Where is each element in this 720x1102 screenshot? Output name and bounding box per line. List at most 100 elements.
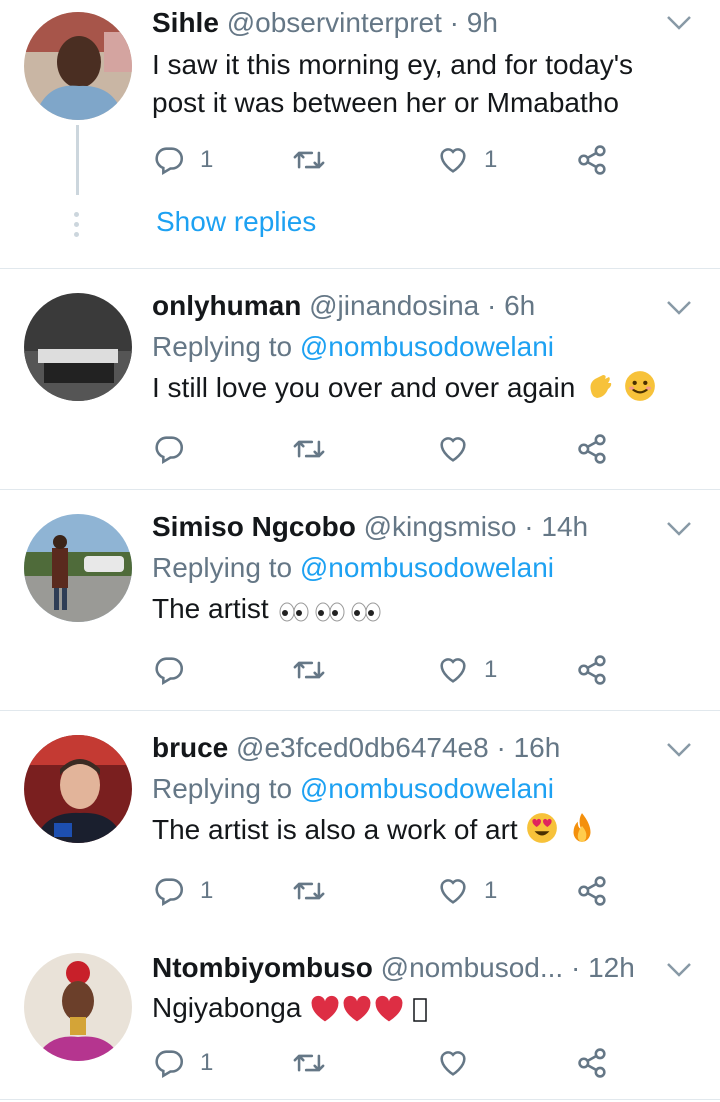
chevron-down-icon[interactable] bbox=[666, 299, 692, 317]
retweet-button[interactable] bbox=[292, 429, 340, 469]
reply-icon bbox=[155, 1050, 184, 1079]
like-button[interactable]: 1 bbox=[436, 140, 497, 180]
like-icon bbox=[440, 879, 466, 904]
user-handle[interactable]: @e3fced0db6474e8 bbox=[236, 732, 489, 763]
avatar[interactable] bbox=[24, 735, 132, 843]
reply-count: 1 bbox=[200, 877, 214, 904]
tweet-text: The artist is also a work of art bbox=[152, 811, 700, 849]
reply-icon bbox=[155, 878, 184, 907]
display-name[interactable]: onlyhuman bbox=[152, 290, 301, 321]
display-name[interactable]: Simiso Ngcobo bbox=[152, 511, 356, 542]
chevron-down-icon[interactable] bbox=[666, 741, 692, 759]
waving-hand-emoji bbox=[590, 375, 612, 398]
timestamp[interactable]: 6h bbox=[504, 290, 535, 321]
display-name[interactable]: Ntombiyombuso bbox=[152, 952, 373, 983]
reply-icon bbox=[155, 657, 184, 686]
tweet[interactable]: bruce @e3fced0db6474e8 · 16h Replying to… bbox=[0, 711, 720, 931]
tweet-header: Ntombiyombuso @nombusod... · 12h bbox=[152, 951, 700, 985]
red-heart-emoji bbox=[375, 995, 403, 1022]
heart-eyes-emoji bbox=[527, 813, 558, 843]
reply-button[interactable] bbox=[152, 650, 200, 690]
retweet-icon bbox=[293, 1054, 325, 1072]
tweet-text: I saw it this morning ey, and for today'… bbox=[152, 49, 634, 118]
avatar[interactable] bbox=[24, 12, 132, 120]
red-heart-emoji bbox=[343, 995, 371, 1022]
display-name[interactable]: bruce bbox=[152, 732, 228, 763]
tweet[interactable]: Simiso Ngcobo @kingsmiso · 14h Replying … bbox=[0, 490, 720, 710]
tweet-text: The artist bbox=[152, 590, 700, 628]
tweet-text-body: The artist is also a work of art bbox=[152, 814, 518, 845]
share-button[interactable] bbox=[576, 140, 610, 180]
replying-to: Replying to @nombusodowelani bbox=[152, 329, 700, 365]
user-handle[interactable]: @nombusod... bbox=[381, 952, 564, 983]
separator-dot: · bbox=[570, 952, 581, 983]
reply-icon bbox=[155, 436, 184, 465]
retweet-icon bbox=[293, 151, 325, 169]
tweet-header: Simiso Ngcobo @kingsmiso · 14h bbox=[152, 510, 700, 544]
retweet-button[interactable] bbox=[292, 140, 340, 180]
avatar[interactable] bbox=[24, 953, 132, 1061]
tweet-header: onlyhuman @jinandosina · 6h bbox=[152, 289, 700, 323]
like-icon bbox=[440, 437, 466, 462]
mention-link[interactable]: @nombusodowelani bbox=[300, 773, 554, 804]
show-replies-link[interactable]: Show replies bbox=[156, 206, 316, 238]
replying-to: Replying to @nombusodowelani bbox=[152, 550, 700, 586]
tweet[interactable]: Ntombiyombuso @nombusod... · 12h Ngiyabo… bbox=[0, 931, 720, 1102]
retweet-button[interactable] bbox=[292, 650, 340, 690]
share-button[interactable] bbox=[576, 871, 610, 911]
like-icon bbox=[440, 148, 466, 173]
chevron-down-icon[interactable] bbox=[666, 14, 692, 32]
tweet-text: I still love you over and over again bbox=[152, 369, 700, 407]
tweet-content: Simiso Ngcobo @kingsmiso · 14h Replying … bbox=[152, 510, 700, 628]
tweet-header: bruce @e3fced0db6474e8 · 16h bbox=[152, 731, 700, 765]
eyes-emoji bbox=[279, 602, 309, 622]
tweet-content: Ntombiyombuso @nombusod... · 12h Ngiyabo… bbox=[152, 951, 700, 1027]
tweet-text-body: The artist bbox=[152, 593, 269, 624]
fire-emoji bbox=[573, 813, 591, 842]
timestamp[interactable]: 16h bbox=[514, 732, 561, 763]
tweet[interactable]: Sihle @observinterpret · 9h I saw it thi… bbox=[0, 0, 720, 268]
like-button[interactable] bbox=[436, 1043, 484, 1083]
chevron-down-icon[interactable] bbox=[666, 961, 692, 979]
reply-button[interactable]: 1 bbox=[152, 1043, 213, 1083]
share-button[interactable] bbox=[576, 1043, 610, 1083]
reply-button[interactable]: 1 bbox=[152, 140, 213, 180]
user-handle[interactable]: @jinandosina bbox=[309, 290, 479, 321]
avatar[interactable] bbox=[24, 514, 132, 622]
user-handle[interactable]: @observinterpret bbox=[227, 7, 442, 38]
avatar[interactable] bbox=[24, 293, 132, 401]
tweet-actions: 1 bbox=[152, 1043, 622, 1083]
like-button[interactable]: 1 bbox=[436, 650, 497, 690]
display-name[interactable]: Sihle bbox=[152, 7, 219, 38]
like-icon bbox=[440, 1051, 466, 1076]
reply-button[interactable]: 1 bbox=[152, 871, 213, 911]
like-button[interactable]: 1 bbox=[436, 871, 497, 911]
reply-count: 1 bbox=[200, 146, 214, 173]
reply-icon bbox=[155, 147, 184, 176]
share-button[interactable] bbox=[576, 429, 610, 469]
tweet-actions: 1 bbox=[152, 650, 622, 690]
retweet-icon bbox=[293, 882, 325, 900]
timestamp[interactable]: 14h bbox=[541, 511, 588, 542]
mention-link[interactable]: @nombusodowelani bbox=[300, 331, 554, 362]
timestamp[interactable]: 12h bbox=[588, 952, 635, 983]
reply-button[interactable] bbox=[152, 429, 200, 469]
tweet-content: onlyhuman @jinandosina · 6h Replying to … bbox=[152, 289, 700, 407]
share-button[interactable] bbox=[576, 650, 610, 690]
retweet-button[interactable] bbox=[292, 1043, 340, 1083]
timestamp[interactable]: 9h bbox=[467, 7, 498, 38]
mention-link[interactable]: @nombusodowelani bbox=[300, 552, 554, 583]
share-icon bbox=[578, 655, 606, 685]
replying-to-label: Replying to bbox=[152, 773, 293, 804]
like-count: 1 bbox=[484, 146, 498, 173]
share-icon bbox=[578, 1048, 606, 1078]
retweet-button[interactable] bbox=[292, 871, 340, 911]
share-icon bbox=[578, 434, 606, 464]
tweet[interactable]: onlyhuman @jinandosina · 6h Replying to … bbox=[0, 269, 720, 489]
retweet-icon bbox=[293, 440, 325, 458]
separator-dot: · bbox=[496, 732, 506, 763]
like-button[interactable] bbox=[436, 429, 484, 469]
chevron-down-icon[interactable] bbox=[666, 520, 692, 538]
user-handle[interactable]: @kingsmiso bbox=[364, 511, 517, 542]
tweet-text: Ngiyabonga bbox=[152, 989, 700, 1027]
